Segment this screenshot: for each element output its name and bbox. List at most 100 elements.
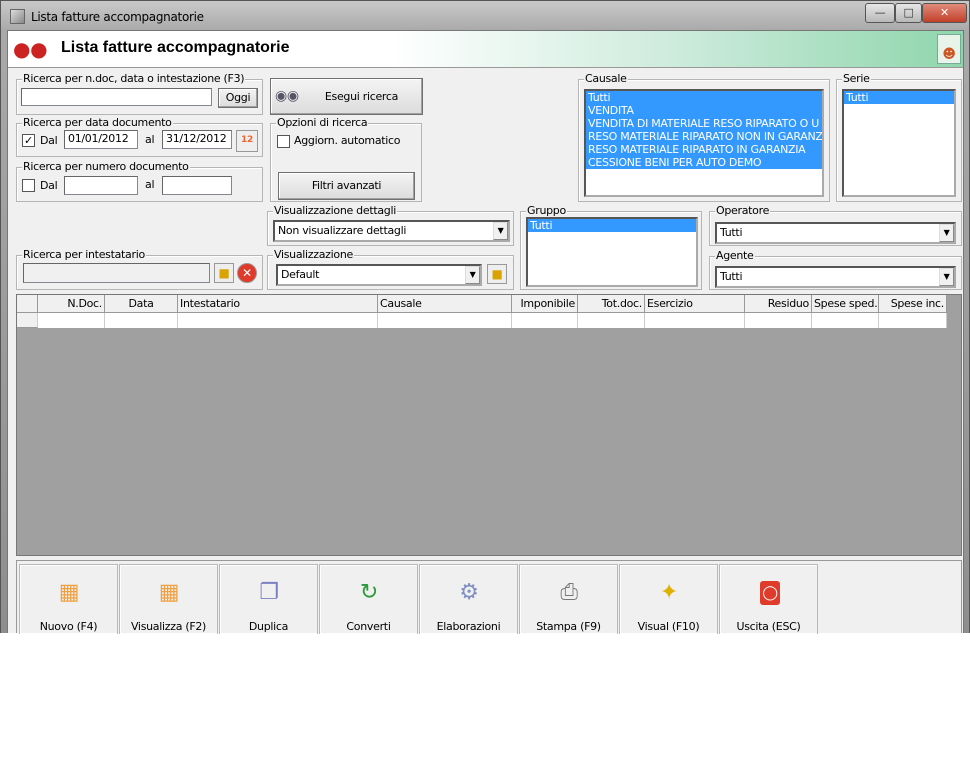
date-to-input[interactable]: 31/12/2012 <box>162 130 232 149</box>
convert-button[interactable]: ↻ Converti <box>319 564 418 634</box>
calendar-icon[interactable]: 12 <box>236 130 258 152</box>
details-view-select[interactable]: Non visualizzare dettagli ▼ <box>273 220 510 242</box>
selected-value: Tutti <box>720 270 743 283</box>
table-cell[interactable] <box>378 313 512 328</box>
print-button[interactable]: ⎙ Stampa (F9) <box>519 564 618 634</box>
column-header-residuo[interactable]: Residuo <box>745 295 812 313</box>
close-button[interactable]: ✕ <box>922 3 967 23</box>
execute-search-label: Esegui ricerca <box>324 90 399 103</box>
printer-icon: ⎙ <box>560 580 578 605</box>
selected-value: Tutti <box>720 226 743 239</box>
strawberry-icon: ●● <box>13 37 48 61</box>
bottom-toolbar: ▦ Nuovo (F4) ▦ Visualizza (F2) ❐ Duplica ↻ C… <box>16 560 962 634</box>
page-title: Lista fatture accompagnatorie <box>61 39 290 56</box>
maximize-button[interactable]: □ <box>895 3 922 23</box>
agente-select[interactable]: Tutti ▼ <box>715 266 956 288</box>
chevron-down-icon[interactable]: ▼ <box>939 268 954 286</box>
table-cell[interactable] <box>812 313 879 328</box>
new-button[interactable]: ▦ Nuovo (F4) <box>19 564 118 634</box>
exit-button[interactable]: ◯ Uscita (ESC) <box>719 564 818 634</box>
list-item[interactable]: Tutti <box>844 91 954 104</box>
search-input[interactable] <box>21 88 212 106</box>
group-label: Ricerca per n.doc, data o intestazione (… <box>22 72 246 85</box>
column-header-ndoc[interactable]: N.Doc. <box>38 295 105 313</box>
group-label: Gruppo <box>526 204 567 217</box>
folder-icon[interactable]: ■ <box>214 263 234 283</box>
chevron-down-icon[interactable]: ▼ <box>939 224 954 242</box>
button-label: Elaborazioni <box>436 620 501 633</box>
convert-icon: ↻ <box>359 580 379 605</box>
process-button[interactable]: ⚙ Elaborazioni <box>419 564 518 634</box>
date-checkbox[interactable]: ✓ <box>22 134 35 147</box>
button-label: Stampa (F9) <box>536 620 601 633</box>
group-label: Ricerca per intestatario <box>22 248 146 261</box>
gruppo-listbox[interactable]: Tutti <box>526 217 698 287</box>
clear-icon[interactable]: ✕ <box>237 263 257 283</box>
holder-input[interactable] <box>23 263 210 283</box>
row-header[interactable] <box>17 313 38 328</box>
visual-button[interactable]: ✦ Visual (F10) <box>619 564 718 634</box>
auto-update-label: Aggiorn. automatico <box>294 134 401 147</box>
column-header-esercizio[interactable]: Esercizio <box>645 295 745 313</box>
table-cell[interactable] <box>38 313 105 328</box>
serie-listbox[interactable]: Tutti <box>842 89 956 197</box>
group-label: Visualizzazione dettagli <box>273 204 397 217</box>
advanced-filters-button[interactable]: Filtri avanzati <box>278 172 415 200</box>
chevron-down-icon[interactable]: ▼ <box>465 266 480 284</box>
table-cell[interactable] <box>645 313 745 328</box>
selected-value: Non visualizzare dettagli <box>278 224 407 237</box>
group-label: Serie <box>842 72 871 85</box>
column-header-causale[interactable]: Causale <box>378 295 512 313</box>
process-icon: ⚙ <box>459 580 479 605</box>
operatore-select[interactable]: Tutti ▼ <box>715 222 956 244</box>
causale-listbox[interactable]: Tutti VENDITA VENDITA DI MATERIALE RESO … <box>584 89 824 197</box>
list-item[interactable]: VENDITA DI MATERIALE RESO RIPARATO O U <box>586 117 822 130</box>
list-item[interactable]: RESO MATERIALE RIPARATO IN GARANZIA <box>586 143 822 156</box>
folder-icon[interactable]: ■ <box>487 264 507 284</box>
column-header-imponibile[interactable]: Imponibile <box>512 295 578 313</box>
group-label: Opzioni di ricerca <box>276 116 369 129</box>
group-label: Agente <box>715 249 755 262</box>
table-cell[interactable] <box>178 313 378 328</box>
duplicate-button[interactable]: ❐ Duplica <box>219 564 318 634</box>
table-cell[interactable] <box>879 313 947 328</box>
list-item[interactable]: CESSIONE BENI PER AUTO DEMO <box>586 156 822 169</box>
list-item[interactable]: VENDITA <box>586 104 822 117</box>
view-grid-icon: ▦ <box>158 580 180 605</box>
view-button[interactable]: ▦ Visualizza (F2) <box>119 564 218 634</box>
table-cell[interactable] <box>512 313 578 328</box>
minimize-button[interactable]: — <box>865 3 895 23</box>
app-icon <box>10 9 25 24</box>
view-select[interactable]: Default ▼ <box>276 264 482 286</box>
number-checkbox[interactable] <box>22 179 35 192</box>
group-label: Causale <box>584 72 628 85</box>
table-cell[interactable] <box>578 313 645 328</box>
button-label: Converti <box>346 620 391 633</box>
binoculars-icon: ◉◉ <box>275 88 299 104</box>
duplicate-icon: ❐ <box>259 580 279 605</box>
number-from-input[interactable] <box>64 176 138 195</box>
users-list-icon[interactable]: ☻ <box>937 34 961 64</box>
column-header-intestatario[interactable]: Intestatario <box>178 295 378 313</box>
today-button[interactable]: Oggi <box>218 88 258 108</box>
to-label: al <box>145 178 155 191</box>
chevron-down-icon[interactable]: ▼ <box>493 222 508 240</box>
number-to-input[interactable] <box>162 176 232 195</box>
date-from-input[interactable]: 01/01/2012 <box>64 130 138 149</box>
button-label: Visual (F10) <box>637 620 700 633</box>
auto-update-checkbox[interactable] <box>277 135 290 148</box>
execute-search-button[interactable]: ◉◉ Esegui ricerca <box>270 78 423 115</box>
from-label: Dal <box>40 134 58 147</box>
button-label: Duplica <box>248 620 289 633</box>
table-cell[interactable] <box>105 313 178 328</box>
column-header-spese-sped[interactable]: Spese sped. <box>812 295 879 313</box>
title-bar[interactable]: Lista fatture accompagnatorie — □ ✕ <box>1 1 969 31</box>
column-header-spese-inc[interactable]: Spese inc. <box>879 295 947 313</box>
documents-grid[interactable]: N.Doc. Data Intestatario Causale Imponib… <box>16 294 962 556</box>
list-item[interactable]: RESO MATERIALE RIPARATO NON IN GARANZ <box>586 130 822 143</box>
list-item[interactable]: Tutti <box>586 91 822 104</box>
table-cell[interactable] <box>745 313 812 328</box>
list-item[interactable]: Tutti <box>528 219 696 232</box>
column-header-data[interactable]: Data <box>105 295 178 313</box>
column-header-totdoc[interactable]: Tot.doc. <box>578 295 645 313</box>
